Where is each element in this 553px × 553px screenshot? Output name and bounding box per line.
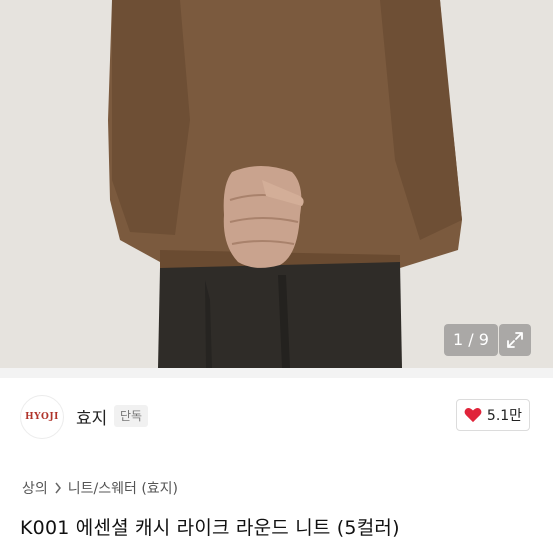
expand-icon [507, 332, 523, 348]
shop-name[interactable]: 효지 [76, 404, 107, 429]
chevron-right-icon [55, 482, 61, 494]
breadcrumb-item-top[interactable]: 상의 [22, 478, 48, 498]
exclusive-badge: 단독 [114, 405, 149, 427]
like-count: 5.1만 [486, 408, 523, 424]
shop-logo[interactable]: HYOJI [20, 395, 64, 439]
heart-icon [464, 407, 482, 423]
breadcrumb-item-knit[interactable]: 니트/스웨터 (효지) [68, 478, 178, 498]
shop-info-row: HYOJI 효지 단독 5.1만 [0, 386, 553, 448]
like-button[interactable]: 5.1만 [456, 399, 530, 431]
section-divider [0, 368, 553, 378]
product-title: K001 에센셜 캐시 라이크 라운드 니트 (5컬러) [20, 517, 400, 539]
image-counter: 1 / 9 [444, 324, 498, 356]
product-photo [0, 0, 553, 368]
expand-button[interactable] [499, 324, 531, 356]
shop-logo-text: HYOJI [25, 412, 59, 422]
product-image-gallery[interactable]: 1 / 9 [0, 0, 553, 368]
breadcrumb: 상의 니트/스웨터 (효지) [22, 478, 178, 498]
